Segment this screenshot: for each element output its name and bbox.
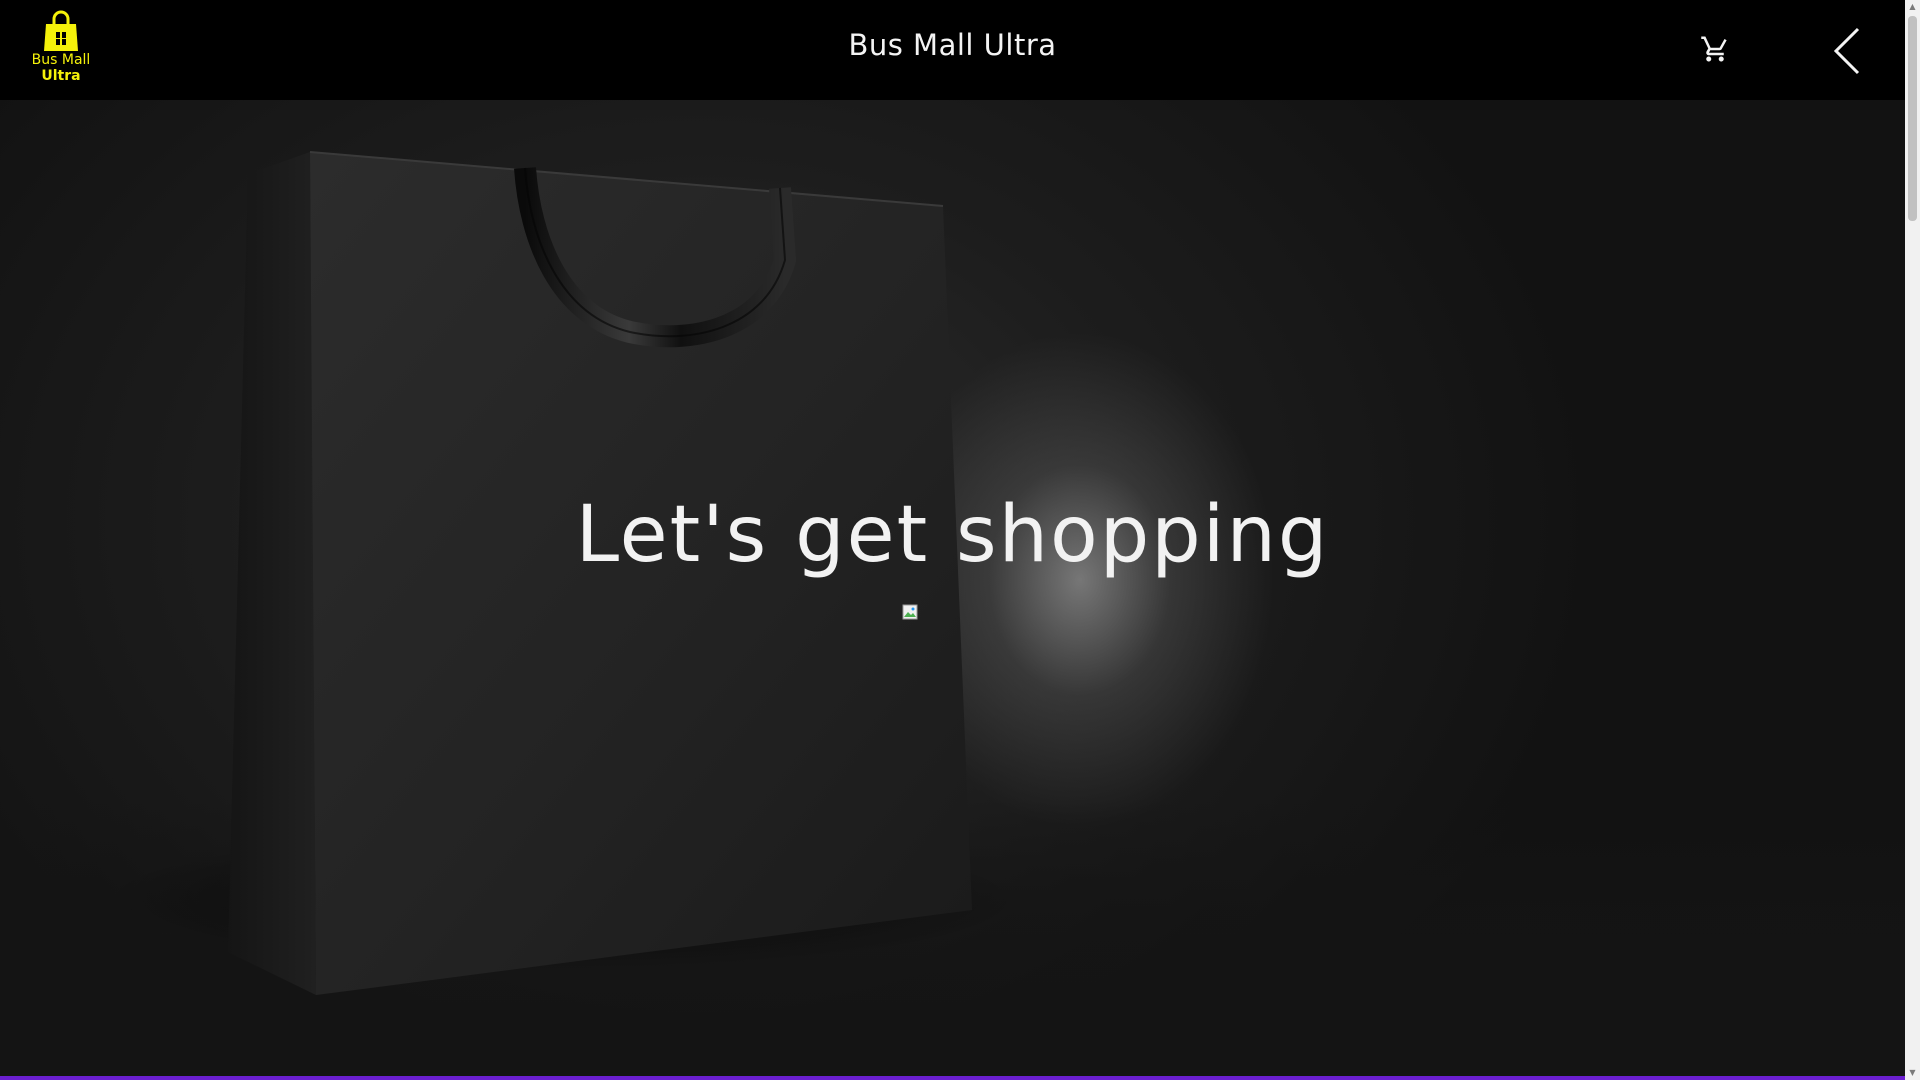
scroll-thumb[interactable] [1908, 16, 1917, 221]
logo-text-line2: Ultra [41, 68, 81, 84]
site-title: Bus Mall Ultra [848, 28, 1057, 62]
bottom-accent-bar [0, 1076, 1905, 1080]
broken-image-icon [902, 604, 918, 620]
cart-button[interactable] [1700, 34, 1730, 64]
chevron-left-icon [1833, 27, 1860, 75]
hero-section: Let's get shopping [0, 100, 1905, 1076]
site-header: Bus Mall Ultra Bus Mall Ultra [0, 0, 1905, 100]
shopping-bag-image [100, 151, 1020, 995]
scroll-up-icon[interactable]: ▲ [1905, 0, 1920, 14]
page: Bus Mall Ultra Bus Mall Ultra Let's get … [0, 0, 1920, 1080]
vertical-scrollbar[interactable]: ▲ ▼ [1905, 0, 1920, 1080]
hero-heading: Let's get shopping [575, 490, 1330, 580]
scroll-down-icon[interactable]: ▼ [1905, 1066, 1920, 1080]
cart-icon [1701, 36, 1727, 62]
back-button[interactable] [1830, 26, 1866, 76]
viewport: Bus Mall Ultra Bus Mall Ultra Let's get … [0, 0, 1905, 1080]
